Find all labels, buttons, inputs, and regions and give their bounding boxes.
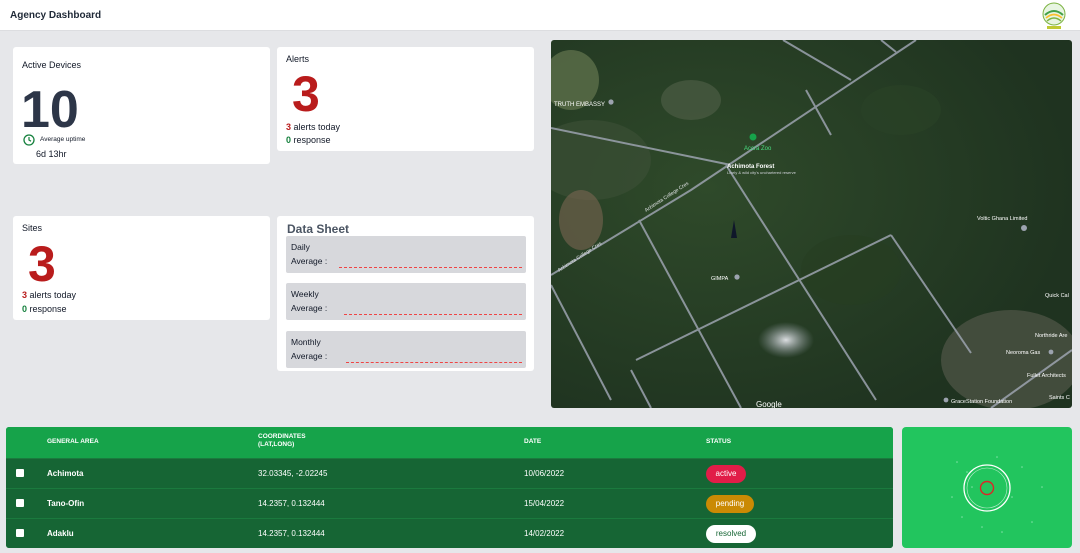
radar-panel[interactable] xyxy=(902,427,1072,548)
sites-table: GENERAL AREA COORDINATES (LAT,LONG) DATE… xyxy=(6,427,893,548)
satellite-map[interactable]: TRUTH EMBASSY Accra Zoo Achimota Forest … xyxy=(551,40,1072,408)
data-sheet-title: Data Sheet xyxy=(287,222,350,236)
sites-count: 3 xyxy=(28,236,56,292)
cell-area: Adaklu xyxy=(47,529,74,538)
data-sheet-row-daily: Daily Average : xyxy=(286,236,526,273)
data-sheet-average-label: Average : xyxy=(291,256,328,266)
row-checkbox[interactable] xyxy=(16,529,24,537)
sites-response-text: response xyxy=(29,304,67,314)
sites-alerts-line: 3 alerts today xyxy=(22,290,76,300)
map-label-quick-cal: Quick Cal xyxy=(1045,293,1069,299)
alerts-label: Alerts xyxy=(286,54,310,64)
cell-coordinates: 14.2357, 0.132444 xyxy=(258,499,325,508)
data-sheet-row-monthly: Monthly Average : xyxy=(286,331,526,368)
response-count: 0 xyxy=(286,135,292,145)
sites-alerts-count: 3 xyxy=(22,290,28,300)
cell-area: Tano-Ofin xyxy=(47,499,85,508)
table-header: GENERAL AREA COORDINATES (LAT,LONG) DATE… xyxy=(6,427,893,458)
table-row[interactable]: Tano-Ofin 14.2357, 0.132444 15/04/2022 p… xyxy=(6,488,893,518)
alerts-card: Alerts 3 3 alerts today 0 response xyxy=(277,47,534,151)
data-sheet-average-value-line xyxy=(344,314,522,315)
header-coordinates-line1: COORDINATES xyxy=(258,433,306,440)
sites-label: Sites xyxy=(22,223,43,233)
data-sheet-row-label: Daily xyxy=(291,242,310,252)
header-coordinates-line2: (LAT,LONG) xyxy=(258,441,295,449)
row-checkbox[interactable] xyxy=(16,469,24,477)
logo-icon[interactable] xyxy=(1041,2,1067,30)
map-label-gimpa: GIMPA xyxy=(711,276,729,282)
row-checkbox[interactable] xyxy=(16,499,24,507)
alerts-today-line: 3 alerts today xyxy=(286,122,340,132)
sites-response-line: 0 response xyxy=(22,304,67,314)
alerts-today-count: 3 xyxy=(286,122,292,132)
table-row[interactable]: Achimota 32.03345, -2.02245 10/06/2022 a… xyxy=(6,458,893,488)
app-title: Agency Dashboard xyxy=(10,10,102,21)
response-text: response xyxy=(293,135,331,145)
map-label-fullet: Fullet Architects xyxy=(1027,373,1066,379)
data-sheet-average-label: Average : xyxy=(291,303,328,313)
cell-coordinates: 32.03345, -2.02245 xyxy=(258,469,328,478)
cell-date: 15/04/2022 xyxy=(524,499,565,508)
alerts-today-text: alerts today xyxy=(293,122,341,132)
status-badge-pending[interactable]: pending xyxy=(706,495,754,513)
status-badge-active[interactable]: active xyxy=(706,465,746,483)
data-sheet-average-label: Average : xyxy=(291,351,328,361)
map-label-voltic: Voltic Ghana Limited xyxy=(977,216,1027,222)
header-general-area: GENERAL AREA xyxy=(47,438,99,445)
active-devices-count: 10 xyxy=(21,81,79,139)
cell-date: 14/02/2022 xyxy=(524,529,565,538)
table-row[interactable]: Adaklu 14.2357, 0.132444 14/02/2022 reso… xyxy=(6,518,893,548)
map-label-neoroma: Neoroma Gas xyxy=(1006,350,1040,356)
header-date: DATE xyxy=(524,438,542,445)
map-label-gracestation: GraceStation Foundation xyxy=(951,399,1012,405)
uptime-value: 6d 13hr xyxy=(36,149,67,159)
data-sheet-average-value-line xyxy=(339,267,522,268)
alerts-count: 3 xyxy=(292,66,320,122)
data-sheet-row-weekly: Weekly Average : xyxy=(286,283,526,320)
map-label-saints: Saints C xyxy=(1049,395,1070,401)
data-sheet-row-label: Weekly xyxy=(291,289,319,299)
sites-alerts-text: alerts today xyxy=(29,290,77,300)
top-bar: Agency Dashboard xyxy=(0,0,1080,31)
map-label-northride: Northride Are xyxy=(1035,333,1067,339)
map-canvas[interactable]: TRUTH EMBASSY Accra Zoo Achimota Forest … xyxy=(551,40,1072,408)
status-badge-resolved[interactable]: resolved xyxy=(706,525,756,543)
map-attribution: Google xyxy=(756,400,782,408)
map-label-achimota-forest-sub: Lively & wild city's unchartered reserve xyxy=(727,170,797,175)
sites-response-count: 0 xyxy=(22,304,28,314)
clock-icon xyxy=(23,134,35,146)
active-devices-card: Active Devices 10 Average uptime 6d 13hr xyxy=(13,47,270,164)
header-status: STATUS xyxy=(706,438,732,445)
uptime-label: Average uptime xyxy=(40,136,86,143)
header-coordinates: COORDINATES (LAT,LONG) xyxy=(258,433,306,450)
cell-coordinates: 14.2357, 0.132444 xyxy=(258,529,325,538)
data-sheet-average-value-line xyxy=(346,362,522,363)
map-label-accra-zoo: Accra Zoo xyxy=(744,146,772,152)
radar-icon xyxy=(951,456,1043,533)
sites-card: Sites 3 3 alerts today 0 response xyxy=(13,216,270,320)
data-sheet-row-label: Monthly xyxy=(291,337,321,347)
active-devices-label: Active Devices xyxy=(22,60,82,70)
data-sheet-card: Data Sheet Daily Average : Weekly Averag… xyxy=(277,216,534,371)
response-line: 0 response xyxy=(286,135,331,145)
cell-area: Achimota xyxy=(47,469,84,478)
map-label-truth-embassy: TRUTH EMBASSY xyxy=(554,102,605,108)
cell-date: 10/06/2022 xyxy=(524,469,565,478)
